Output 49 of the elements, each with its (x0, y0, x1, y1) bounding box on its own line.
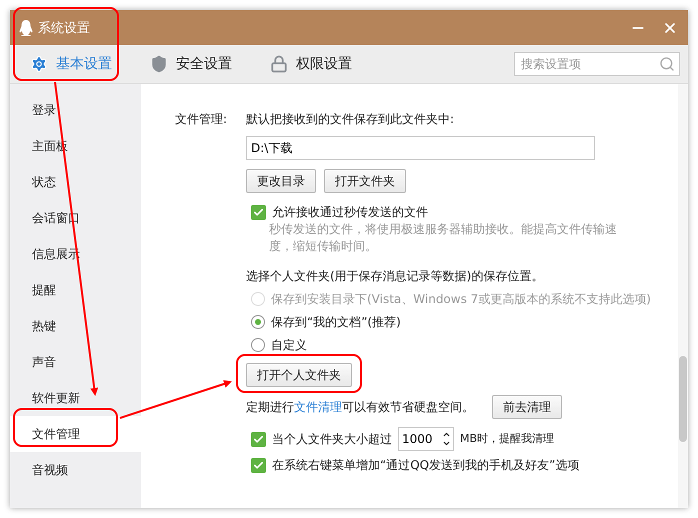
sidebar-item[interactable]: 状态 (10, 164, 141, 200)
sidebar-item[interactable]: 软件更新 (10, 380, 141, 416)
checkbox-label: MB时，提醒我清理 (460, 431, 554, 447)
size-spinbox[interactable]: 1000 (398, 427, 454, 451)
shield-icon (150, 55, 168, 73)
radio-button[interactable] (251, 338, 265, 352)
checkbox[interactable] (251, 458, 266, 472)
settings-tab[interactable]: 基本设置 (30, 55, 112, 73)
penguin-icon (18, 18, 34, 36)
sidebar-item[interactable]: 提醒 (10, 272, 141, 308)
sidebar-item[interactable]: 音视频 (10, 452, 141, 488)
checkbox-label: 当个人文件夹大小超过 (272, 431, 392, 448)
check-icon (253, 460, 264, 470)
folder-intro-text: 选择个人文件夹(用于保存消息记录等数据)的保存位置。 (246, 268, 544, 285)
intro-text: 默认把接收到的文件保存到此文件夹中: (246, 111, 454, 128)
open-folder-button[interactable]: 打开个人文件夹 (246, 363, 352, 387)
radio-button[interactable] (251, 315, 265, 329)
description-text: 秒传发送的文件，将使用极速服务器辅助接收。能提高文件传输速度，缩短传输时间。 (269, 221, 618, 255)
scrollbar[interactable] (678, 84, 688, 508)
settings-tab[interactable]: 权限设置 (270, 55, 352, 73)
checkbox-label: 允许接收通过秒传发送的文件 (272, 204, 428, 221)
check-icon (253, 434, 264, 444)
down-icon[interactable] (442, 439, 451, 448)
cleanup-text: 定期进行文件清理可以有效节省硬盘空间。 (246, 399, 475, 416)
path-field[interactable]: D:\下载 (246, 136, 595, 160)
sidebar-item[interactable]: 登录 (10, 92, 141, 128)
checkbox[interactable] (251, 204, 266, 220)
search-field[interactable]: 搜索设置项 (514, 52, 680, 76)
radio-label: 自定义 (271, 337, 307, 354)
cleanup-link[interactable]: 文件清理 (294, 400, 342, 414)
sidebar-item[interactable]: 热键 (10, 308, 141, 344)
gear-icon (30, 55, 48, 73)
checkbox-label: 在系统右键菜单增加“通过QQ发送到我的手机及好友”选项 (272, 457, 580, 474)
radio-label: 保存到安装目录下(Vista、Windows 7或更高版本的系统不支持此选项) (271, 291, 651, 308)
section-label: 文件管理: (175, 111, 228, 128)
sidebar-item[interactable]: 声音 (10, 344, 141, 380)
check-icon (253, 206, 264, 218)
search-icon[interactable] (659, 56, 675, 72)
settings-tab[interactable]: 安全设置 (150, 55, 232, 73)
checkbox[interactable] (251, 432, 266, 446)
lock-icon (270, 55, 288, 73)
window-title: 系统设置 (38, 20, 91, 36)
cleanup-button[interactable]: 前去清理 (492, 395, 562, 419)
folder-button[interactable]: 更改目录 (246, 169, 316, 193)
folder-button[interactable]: 打开文件夹 (324, 169, 406, 193)
radio-label: 保存到“我的文档”(推荐) (271, 314, 401, 331)
sidebar-item[interactable]: 文件管理 (10, 416, 141, 452)
up-icon[interactable] (442, 430, 451, 439)
scroll-thumb[interactable] (679, 356, 687, 442)
